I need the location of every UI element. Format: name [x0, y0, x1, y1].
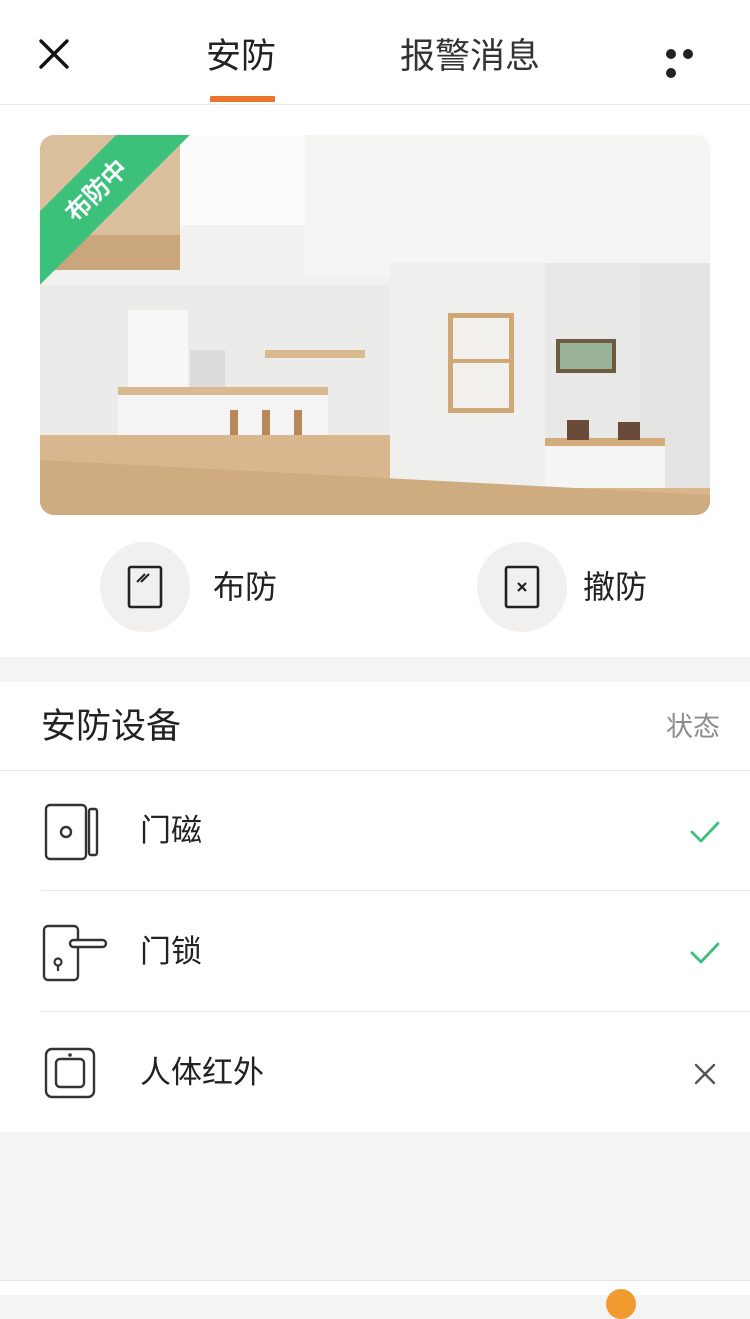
top-nav-bar: 安防 报警消息 [0, 0, 750, 105]
door-lock-icon [42, 924, 108, 982]
more-button[interactable] [666, 44, 716, 78]
check-icon [690, 821, 720, 843]
bottom-bar [0, 1280, 750, 1319]
more-icon [666, 49, 676, 59]
status-column-header: 状态 [666, 712, 720, 743]
divider [41, 890, 750, 891]
list-item-door-lock[interactable]: 门锁 [0, 892, 750, 1012]
active-tab-indicator [210, 96, 275, 102]
tab-security[interactable]: 安防 [206, 30, 276, 84]
close-icon [39, 39, 69, 69]
disarm-icon [504, 565, 540, 609]
arm-icon [127, 565, 163, 609]
more-icon-dot [666, 68, 676, 78]
check-icon [690, 942, 720, 964]
list-item-motion-sensor[interactable]: 人体红外 [0, 1013, 750, 1133]
security-overview: 布防中 布防 撤防 [0, 105, 750, 657]
door-sensor-icon [44, 803, 99, 861]
device-name: 门磁 [140, 813, 202, 849]
list-item-door-sensor[interactable]: 门磁 [0, 771, 750, 891]
disarm-label: 撤防 [583, 568, 648, 606]
security-devices-panel: 安防设备 状态 门磁 门锁 人体红外 [0, 682, 750, 1132]
motion-sensor-icon [44, 1047, 96, 1099]
room-photo: 布防中 [40, 135, 710, 515]
divider [41, 1011, 750, 1012]
disarm-icon-circle [477, 542, 567, 632]
device-name: 人体红外 [140, 1055, 264, 1091]
device-name: 门锁 [140, 934, 202, 970]
devices-section-title: 安防设备 [41, 707, 182, 747]
arm-label: 布防 [213, 568, 278, 606]
cross-icon [694, 1063, 716, 1085]
close-button[interactable] [36, 36, 72, 72]
tab-alarm-messages[interactable]: 报警消息 [400, 30, 540, 84]
more-icon-dot [683, 49, 693, 59]
arm-icon-circle [100, 542, 190, 632]
